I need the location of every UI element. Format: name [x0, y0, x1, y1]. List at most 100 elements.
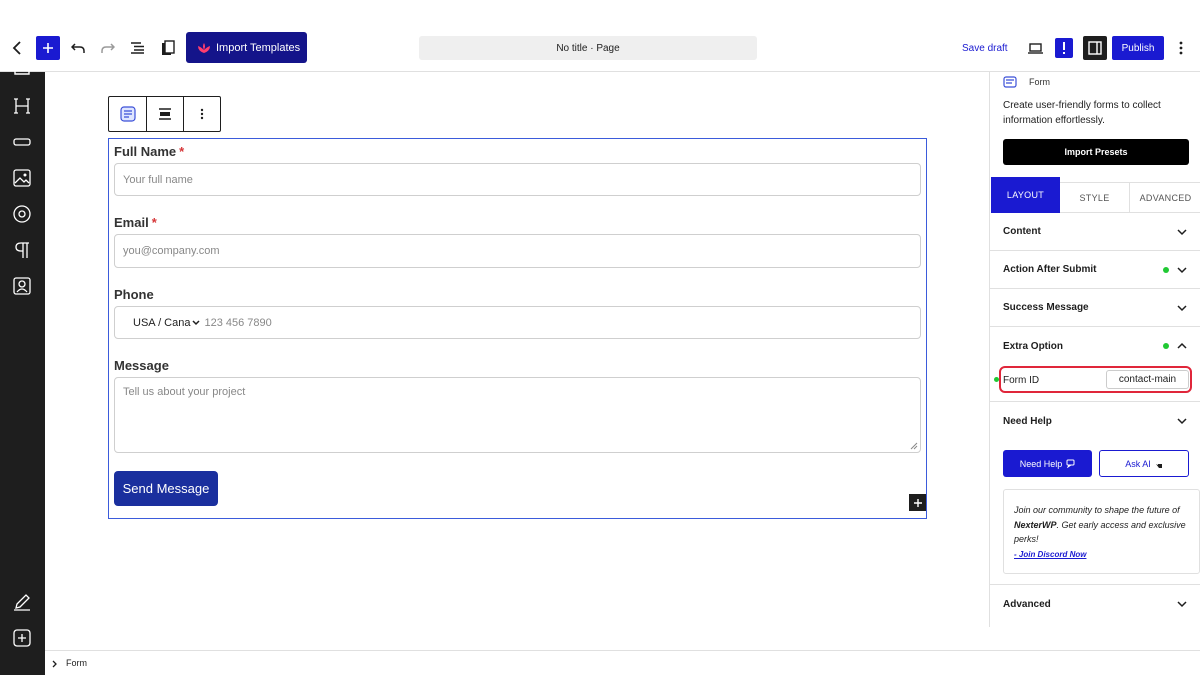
block-align-button[interactable]	[147, 97, 184, 131]
ask-ai-button[interactable]: Ask AI	[1099, 450, 1189, 477]
section-action-after-submit[interactable]: Action After Submit	[990, 251, 1200, 289]
country-select-value: USA / Cana	[133, 316, 191, 329]
document-overview-button[interactable]	[128, 36, 148, 60]
block-name: Form	[1029, 77, 1050, 87]
send-message-button[interactable]: Send Message	[114, 471, 218, 506]
full-name-input[interactable]: Your full name	[114, 163, 921, 196]
chevron-right-icon	[52, 660, 57, 668]
image-block-button[interactable]	[10, 166, 34, 190]
section-advanced[interactable]: Advanced	[990, 585, 1200, 623]
paragraph-block-button[interactable]	[10, 238, 34, 262]
message-label: Message	[114, 358, 169, 373]
plus-icon	[43, 43, 53, 53]
pointer-hand-icon	[1155, 459, 1162, 468]
chevron-down-icon	[1177, 228, 1187, 235]
section-extra-option-label: Extra Option	[1003, 340, 1064, 352]
block-more-options-button[interactable]	[184, 97, 220, 131]
clipboard-icon	[162, 40, 175, 55]
modified-indicator-dot	[1163, 343, 1169, 349]
import-presets-label: Import Presets	[1064, 147, 1128, 157]
undo-icon	[71, 43, 85, 53]
document-title-bar[interactable]: No title · Page	[419, 36, 757, 60]
target-block-button[interactable]	[10, 202, 34, 226]
image-icon	[13, 169, 31, 187]
join-discord-link[interactable]: - Join Discord Now	[1014, 550, 1189, 559]
publish-label: Publish	[1121, 42, 1155, 54]
button-block-icon	[13, 138, 31, 146]
chevron-down-icon	[1177, 601, 1187, 608]
clipboard-button[interactable]	[158, 36, 178, 60]
vertical-dots-icon	[200, 108, 204, 120]
form-block-icon	[119, 106, 136, 122]
exclamation-icon	[1063, 42, 1065, 54]
chevron-down-icon	[1177, 266, 1187, 273]
section-success-message[interactable]: Success Message	[990, 289, 1200, 327]
ask-ai-label: Ask AI	[1125, 458, 1151, 469]
community-card: Join our community to shape the future o…	[1003, 489, 1200, 574]
import-templates-button[interactable]: Import Templates	[186, 32, 307, 63]
save-draft-button[interactable]: Save draft	[962, 43, 1008, 54]
rail-partial-icon[interactable]	[10, 68, 34, 78]
section-need-help[interactable]: Need Help	[990, 402, 1200, 440]
settings-sidebar-toggle[interactable]	[1083, 36, 1107, 60]
form-id-input[interactable]: contact-main	[1106, 370, 1189, 389]
options-menu-button[interactable]	[1172, 36, 1190, 60]
edit-button[interactable]	[10, 590, 34, 614]
tab-advanced[interactable]: ADVANCED	[1130, 182, 1200, 213]
user-card-icon	[13, 277, 31, 295]
community-text: Join our community to shape the future o…	[1014, 503, 1189, 547]
import-templates-label: Import Templates	[216, 41, 301, 54]
add-block-button[interactable]	[36, 36, 60, 60]
container-icon	[14, 70, 30, 75]
form-id-control-highlight: Form ID contact-main	[999, 366, 1192, 393]
redo-button[interactable]	[98, 36, 118, 60]
list-view-icon	[131, 42, 144, 54]
phone-input[interactable]: USA / Cana 123 456 7890	[114, 306, 921, 339]
chevron-left-icon	[12, 41, 21, 55]
resize-handle-icon[interactable]	[910, 442, 918, 450]
plus-circle-icon	[13, 629, 31, 647]
section-extra-option[interactable]: Extra Option	[990, 327, 1200, 365]
add-block-rail-button[interactable]	[10, 626, 34, 650]
message-placeholder: Tell us about your project	[123, 386, 246, 398]
button-block-button[interactable]	[10, 130, 34, 154]
plus-icon	[913, 498, 922, 507]
heading-icon	[14, 98, 30, 114]
inline-add-block-button[interactable]	[909, 494, 926, 511]
section-content-label: Content	[1003, 226, 1041, 237]
section-content[interactable]: Content	[990, 213, 1200, 251]
import-presets-button[interactable]: Import Presets	[1003, 139, 1189, 165]
heading-block-button[interactable]	[10, 94, 34, 118]
modified-indicator-dot	[1163, 267, 1169, 273]
block-breadcrumb-bar: Form	[45, 650, 1200, 675]
community-text-part: Join our community to shape the future o…	[1014, 505, 1180, 515]
circle-target-icon	[13, 205, 31, 223]
sidebar-toggle-icon	[1088, 41, 1102, 55]
flower-logo-icon	[198, 42, 210, 53]
country-select[interactable]: USA / Cana	[133, 316, 201, 329]
block-card-header: Form	[1003, 76, 1050, 88]
section-action-after-submit-label: Action After Submit	[1003, 264, 1097, 275]
section-advanced-label: Advanced	[1003, 598, 1051, 610]
chevron-up-icon	[1177, 342, 1187, 349]
block-shortcuts-rail	[0, 70, 45, 675]
form-id-value: contact-main	[1118, 374, 1177, 385]
breadcrumb-item-form[interactable]: Form	[66, 658, 87, 668]
desktop-preview-icon	[1027, 42, 1043, 54]
block-settings-sidebar: Form Create user-friendly forms to colle…	[989, 72, 1200, 627]
paragraph-icon	[15, 242, 29, 258]
notice-button[interactable]	[1055, 38, 1073, 58]
tab-style[interactable]: STYLE	[1060, 182, 1130, 213]
form-block-icon	[1003, 76, 1017, 88]
block-type-button[interactable]	[109, 97, 147, 131]
tab-layout[interactable]: LAYOUT	[991, 177, 1060, 213]
back-button[interactable]	[8, 36, 28, 60]
publish-button[interactable]: Publish	[1112, 36, 1164, 60]
undo-button[interactable]	[68, 36, 88, 60]
vertical-dots-icon	[1179, 41, 1183, 55]
preview-button[interactable]	[1025, 36, 1045, 60]
need-help-button[interactable]: Need Help	[1003, 450, 1092, 477]
email-input[interactable]: you@company.com	[114, 234, 921, 268]
message-textarea[interactable]: Tell us about your project	[114, 377, 921, 453]
profile-block-button[interactable]	[10, 274, 34, 298]
